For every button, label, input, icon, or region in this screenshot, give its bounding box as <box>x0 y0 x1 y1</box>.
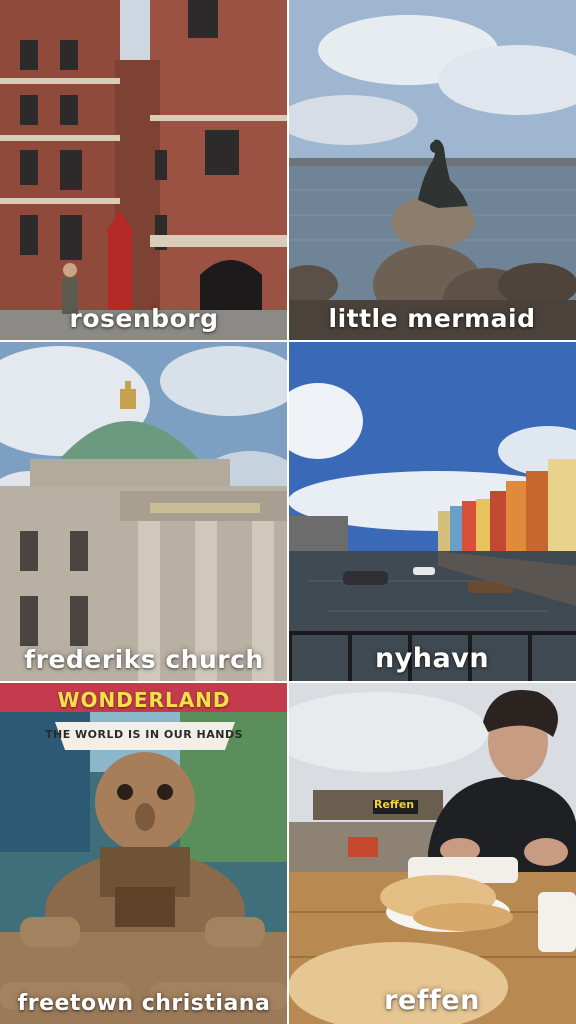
caption: rosenborg <box>69 304 219 333</box>
tile-frederiks-church: frederiks church <box>0 341 288 682</box>
divider-vertical <box>287 0 289 1024</box>
tile-little-mermaid: little mermaid <box>288 0 576 341</box>
canal-photo <box>288 341 576 682</box>
divider-horizontal <box>0 340 576 342</box>
tile-reffen: Reffen reffen <box>288 682 576 1024</box>
castle-photo <box>0 0 288 341</box>
mermaid-statue-photo <box>288 0 576 341</box>
church-photo <box>0 341 288 682</box>
caption: frederiks church <box>24 645 264 674</box>
caption: little mermaid <box>328 304 536 333</box>
tile-rosenborg: rosenborg <box>0 0 288 341</box>
tile-nyhavn: nyhavn <box>288 341 576 682</box>
caption: nyhavn <box>374 643 490 674</box>
banner-text: THE WORLD IS IN OUR HANDS <box>44 728 243 741</box>
reffen-sign: Reffen <box>374 798 415 811</box>
tile-freetown-christiana: WONDERLAND THE WORLD IS IN OUR HANDS fre… <box>0 682 288 1024</box>
caption: reffen <box>384 985 480 1016</box>
food-photo <box>288 682 576 1024</box>
wonderland-sign: WONDERLAND <box>57 688 231 712</box>
divider-horizontal <box>0 681 576 683</box>
caption: freetown christiana <box>17 991 271 1016</box>
